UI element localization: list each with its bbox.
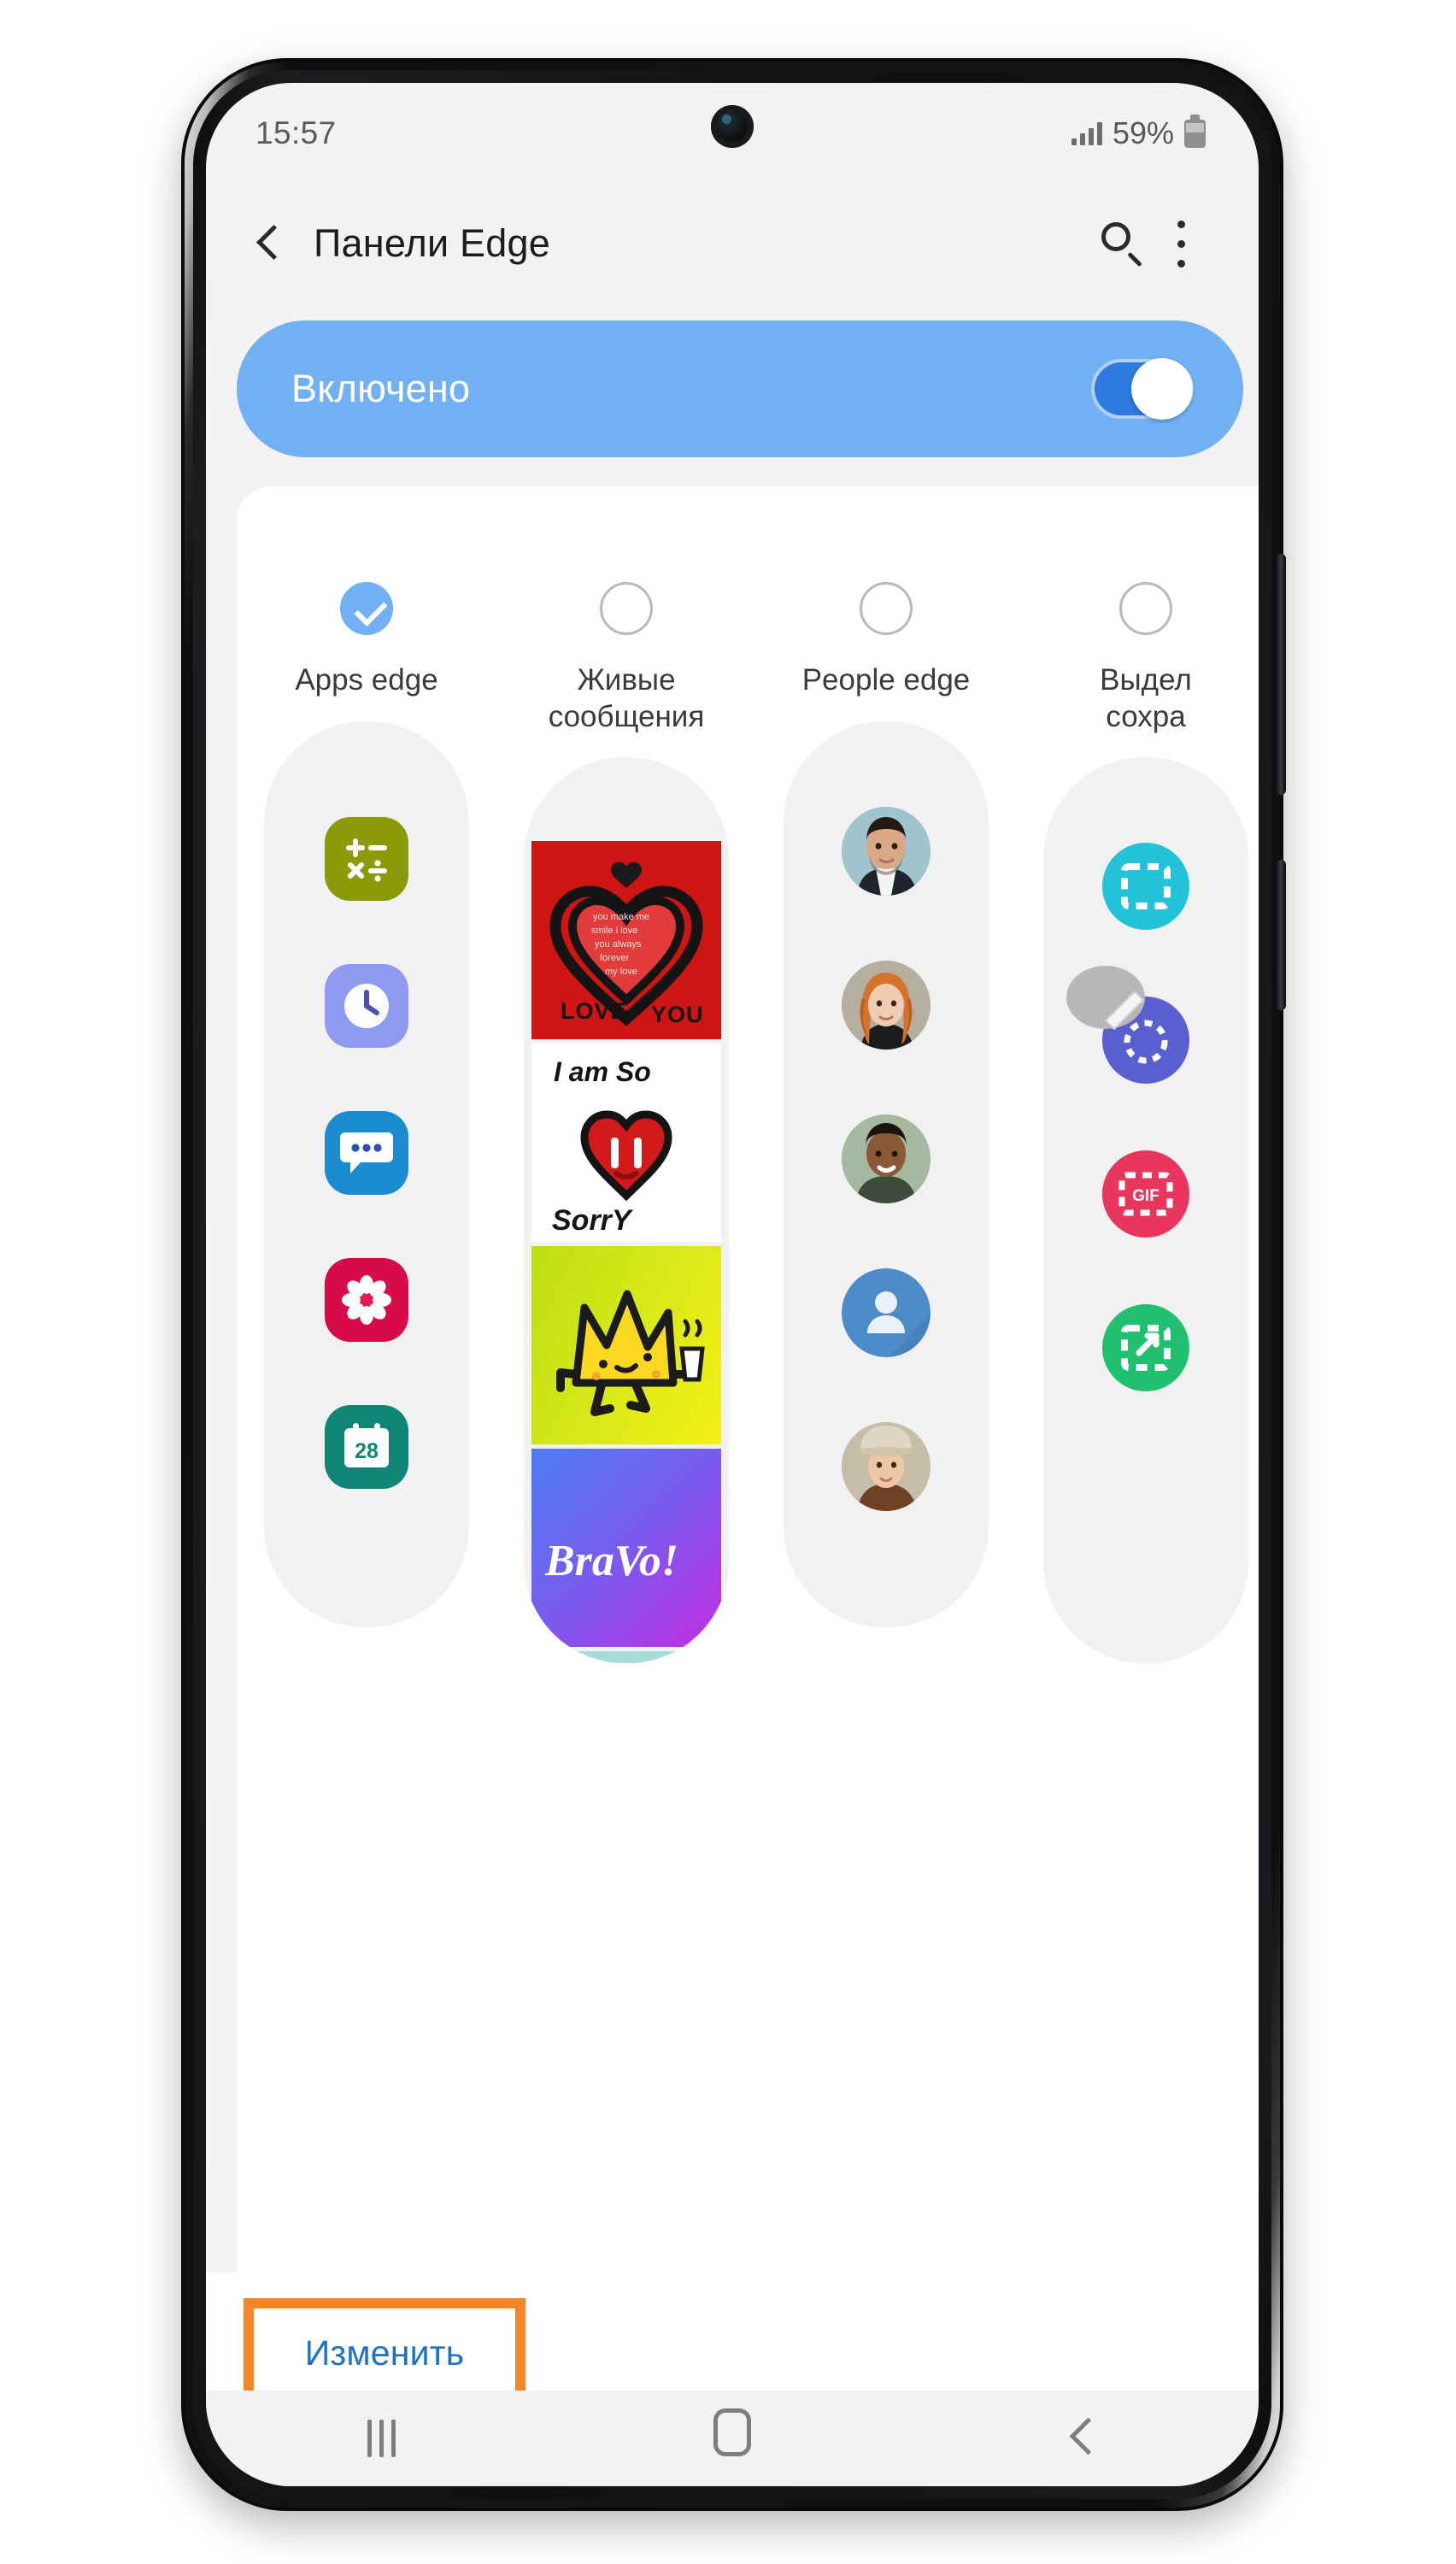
app-bar: Панели Edge bbox=[206, 184, 1259, 303]
bravo-thumb: BraVo! bbox=[531, 1449, 721, 1648]
calendar-icon: 28 bbox=[325, 1404, 408, 1489]
battery-percent-label: 59% bbox=[1112, 115, 1174, 150]
cat-thumb bbox=[531, 1651, 721, 1664]
love-you-thumb: you make me smile i love you always foreve… bbox=[531, 841, 721, 1040]
panel-option-live-messages[interactable]: Живые сообщения you make me smile i love … bbox=[496, 562, 756, 1664]
enable-label: Включено bbox=[291, 367, 471, 410]
recents-icon[interactable] bbox=[321, 2408, 441, 2468]
svg-text:SorrY: SorrY bbox=[552, 1204, 634, 1237]
svg-text:smile i love: smile i love bbox=[591, 926, 637, 936]
screenshot-stage: 15:57 59% Панели Edge Включено Apps edge… bbox=[0, 0, 1456, 2564]
power-button[interactable] bbox=[1277, 860, 1286, 1010]
battery-icon bbox=[1184, 114, 1206, 148]
panel-preview-people-edge bbox=[784, 720, 989, 1627]
gif-capture-icon: GIF bbox=[1102, 1150, 1189, 1238]
front-camera-punch-hole bbox=[711, 105, 754, 148]
svg-text:BraVo!: BraVo! bbox=[544, 1537, 678, 1585]
sorry-thumb: I am So SorrY bbox=[531, 1044, 721, 1243]
svg-text:YOU: YOU bbox=[651, 1002, 704, 1027]
panel-preview-apps-edge: 28 bbox=[264, 720, 469, 1627]
calculator-icon bbox=[325, 816, 408, 901]
lasso-select-icon bbox=[1066, 966, 1189, 1085]
page-title: Панели Edge bbox=[314, 221, 550, 265]
messages-icon bbox=[325, 1110, 408, 1195]
crown-thumb bbox=[531, 1246, 721, 1445]
panel-label-live-messages: Живые сообщения bbox=[548, 663, 705, 733]
panel-option-people-edge[interactable]: People edge bbox=[756, 562, 1016, 1627]
contact-avatar-3 bbox=[842, 1114, 931, 1203]
phone-screen: 15:57 59% Панели Edge Включено Apps edge… bbox=[206, 83, 1259, 2486]
panel-label-apps-edge: Apps edge bbox=[295, 663, 438, 697]
svg-text:forever: forever bbox=[600, 953, 630, 963]
system-navigation-bar bbox=[206, 2391, 1259, 2486]
svg-text:GIF: GIF bbox=[1132, 1187, 1160, 1205]
panel-preview-smart-select: GIF bbox=[1043, 757, 1248, 1664]
panel-radio-people-edge[interactable] bbox=[860, 582, 913, 635]
contact-avatar-2 bbox=[842, 960, 931, 1050]
volume-button[interactable] bbox=[1277, 554, 1286, 795]
search-icon[interactable] bbox=[1091, 214, 1151, 273]
gallery-icon bbox=[325, 1257, 408, 1342]
panel-label-people-edge: People edge bbox=[801, 663, 971, 697]
panel-label-smart-select: Выдел сохра bbox=[1100, 663, 1192, 733]
panel-option-smart-select[interactable]: Выдел сохра GIF bbox=[1016, 562, 1259, 1664]
panel-preview-live-messages: you make me smile i love you always foreve… bbox=[524, 757, 729, 1664]
panel-chooser-strip[interactable]: Apps edge 28 Живые сообщения you make me… bbox=[237, 562, 1259, 2254]
panel-radio-smart-select[interactable] bbox=[1119, 582, 1172, 635]
edit-button[interactable]: Изменить bbox=[254, 2308, 515, 2397]
panel-option-apps-edge[interactable]: Apps edge 28 bbox=[237, 562, 496, 1627]
clock-icon bbox=[325, 963, 408, 1048]
pin-to-screen-icon bbox=[1102, 1304, 1189, 1392]
status-time: 15:57 bbox=[255, 115, 337, 150]
panel-radio-live-messages[interactable] bbox=[600, 582, 653, 635]
contact-avatar-1 bbox=[842, 806, 931, 896]
more-options-icon[interactable] bbox=[1151, 214, 1211, 273]
panel-radio-apps-edge[interactable] bbox=[340, 582, 393, 635]
svg-text:you always: you always bbox=[595, 939, 642, 950]
back-chevron-icon[interactable] bbox=[242, 217, 295, 270]
svg-text:I am So: I am So bbox=[554, 1056, 651, 1087]
svg-text:28: 28 bbox=[355, 1439, 379, 1463]
edge-panels-enable-bar[interactable]: Включено bbox=[237, 320, 1243, 457]
status-indicators: 59% bbox=[1071, 114, 1206, 151]
svg-text:LOVE: LOVE bbox=[561, 998, 627, 1024]
rectangle-select-icon bbox=[1102, 843, 1189, 931]
nav-back-icon[interactable] bbox=[1024, 2408, 1143, 2468]
signal-bars-icon bbox=[1071, 121, 1102, 145]
contact-avatar-4 bbox=[842, 1267, 931, 1357]
svg-text:my love: my love bbox=[605, 967, 637, 977]
edge-panels-toggle[interactable] bbox=[1095, 358, 1193, 420]
svg-text:you make me: you make me bbox=[593, 912, 649, 922]
contact-avatar-5 bbox=[842, 1421, 931, 1511]
home-icon[interactable] bbox=[672, 2408, 792, 2468]
